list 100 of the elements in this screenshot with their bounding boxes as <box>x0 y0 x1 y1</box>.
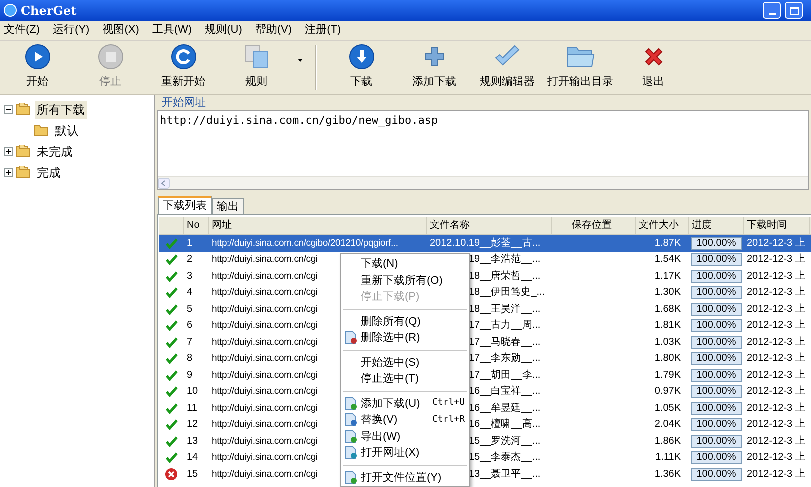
menu-item[interactable]: 下载(N) <box>341 256 469 272</box>
table-cell: 9 <box>187 370 193 381</box>
table-cell: 14 <box>187 452 198 464</box>
table-cell: http://duiyi.sina.com.cn/cgi <box>212 386 318 398</box>
menu-item[interactable]: 替换(V) Ctrl+R <box>341 412 469 428</box>
progress-bar: 100.00% <box>691 385 742 398</box>
progress-bar: 100.00% <box>691 352 742 366</box>
table-cell: http://duiyi.sina.com.cn/cgi <box>212 468 318 480</box>
toolbar-button[interactable]: 重新开始 <box>147 41 220 94</box>
column-header[interactable]: 文件名称 <box>427 217 552 234</box>
url-field[interactable]: http://duiyi.sina.com.cn/gibo/new_gibo.asp <box>157 110 809 190</box>
table-cell: http://duiyi.sina.com.cn/cgi <box>212 436 318 447</box>
menu-item[interactable]: 视图(X) <box>102 22 140 39</box>
table-cell: http://duiyi.sina.com.cn/cgi <box>212 336 318 348</box>
table-cell: 16__牟昱廷__... <box>469 402 541 414</box>
table-cell: 2012-12-3 上 <box>747 419 806 430</box>
menu-item[interactable]: 运行(Y) <box>53 22 90 39</box>
progress-bar: 100.00% <box>691 236 742 250</box>
table-cell: 2012-12-3 上 <box>747 336 806 348</box>
table-cell: 2012-12-3 上 <box>747 402 806 414</box>
tree-item[interactable]: 未完成 <box>35 142 75 160</box>
table-cell: http://duiyi.sina.com.cn/cgi <box>212 419 318 430</box>
table-cell: 10 <box>187 386 198 398</box>
toolbar-button[interactable]: 打开输出目录 <box>544 41 617 94</box>
column-header[interactable]: 文件大小 <box>636 217 689 234</box>
tree-item[interactable]: 完成 <box>35 164 63 182</box>
table-cell-text: 1.86K <box>654 434 681 449</box>
column-header[interactable]: 进度 <box>689 217 744 234</box>
progress-bar: 100.00% <box>691 368 742 382</box>
expand-toggle[interactable] <box>4 147 13 156</box>
export-icon <box>344 430 358 444</box>
minimize-button[interactable] <box>763 2 781 19</box>
table-cell: 2012.10.19__彭荃__古... <box>430 238 541 249</box>
menu-item[interactable]: 开始选中(S) <box>341 354 469 371</box>
toolbar-button[interactable]: 添加下载 <box>398 41 471 94</box>
menu-item[interactable]: 帮助(V) <box>255 22 292 39</box>
progress-bar: 100.00% <box>691 336 742 349</box>
caret-icon <box>298 59 302 62</box>
maximize-button[interactable] <box>785 2 803 19</box>
menu-item[interactable]: 注册(T) <box>305 22 342 39</box>
table-cell: 17__李东勋__... <box>469 353 541 364</box>
menu-item[interactable]: 删除选中(R) <box>341 330 469 346</box>
table-cell: 18__伊田笃史_... <box>469 287 546 298</box>
scroll-left-icon <box>158 178 170 188</box>
table-cell-text: 1.68K <box>654 302 681 317</box>
menu-item[interactable]: 文件(Z) <box>4 22 40 39</box>
column-header[interactable]: 下载时间 <box>744 217 810 234</box>
table-cell-text: 1.87K <box>654 236 681 251</box>
table-cell: 2012-12-3 上 <box>747 353 806 364</box>
menu-item[interactable]: 打开文件位置(Y) <box>341 470 469 486</box>
tab[interactable]: 输出 <box>212 198 244 214</box>
table-cell: http://duiyi.sina.com.cn/cgi <box>212 287 318 298</box>
tree-item[interactable]: 所有下载 <box>35 100 87 118</box>
menu-item[interactable]: 停止选中(T) <box>341 371 469 388</box>
collapse-toggle[interactable] <box>4 105 13 114</box>
table-cell: http://duiyi.sina.com.cn/cgi <box>212 353 318 364</box>
column-header[interactable]: No <box>184 217 209 234</box>
menu-item[interactable]: 工具(W) <box>152 22 192 39</box>
tab[interactable]: 下载列表 <box>158 196 212 214</box>
progress-bar: 100.00% <box>691 302 742 316</box>
table-cell-text: 1.80K <box>654 352 681 366</box>
table-cell: 13__聂卫平__... <box>469 468 541 480</box>
menu-item[interactable]: 添加下载(U) Ctrl+U <box>341 396 469 412</box>
table-cell: 17__古力__周... <box>469 320 541 332</box>
table-cell: 17__胡田__李... <box>469 370 541 381</box>
replace-icon <box>344 413 358 427</box>
toolbar-button[interactable]: 规则 <box>220 41 307 94</box>
stop-icon <box>98 44 124 70</box>
table-cell: 2012-12-3 上 <box>747 452 806 464</box>
menu-item[interactable]: 规则(U) <box>205 22 242 39</box>
table-cell: 2012-12-3 上 <box>747 386 806 398</box>
table-cell: 18__唐荣哲__... <box>469 270 541 282</box>
progress-bar: 100.00% <box>691 451 742 464</box>
horizontal-scrollbar[interactable] <box>158 176 808 189</box>
table-cell-text: 1.30K <box>654 286 681 300</box>
toolbar-button[interactable]: 下载 <box>325 41 398 94</box>
progress-bar: 100.00% <box>691 270 742 283</box>
table-cell-text: 1.81K <box>654 319 681 334</box>
table-cell: 6 <box>187 320 193 332</box>
expand-toggle[interactable] <box>4 168 13 177</box>
table-cell-text: 1.03K <box>654 336 681 350</box>
menu-item[interactable]: 删除所有(Q) <box>341 314 469 330</box>
tree-item[interactable]: 默认 <box>53 122 81 140</box>
menu-item[interactable]: 导出(W) <box>341 428 469 445</box>
toolbar-button[interactable]: 退出 <box>617 41 690 94</box>
menu-item[interactable]: 打开网址(X) <box>341 445 469 462</box>
folders-icon <box>16 166 32 179</box>
column-header[interactable]: 保存位置 <box>552 217 636 234</box>
table-cell: 2012-12-3 上 <box>747 287 806 298</box>
progress-bar: 100.00% <box>691 286 742 300</box>
table-cell: http://duiyi.sina.com.cn/cgi <box>212 254 318 266</box>
column-header[interactable]: 网址 <box>209 217 427 234</box>
toolbar-button[interactable]: 规则编辑器 <box>471 41 544 94</box>
table-cell: 15__李泰杰__... <box>469 452 541 464</box>
window-title: CherGet <box>21 2 77 20</box>
menu-item[interactable]: 重新下载所有(O) <box>341 272 469 289</box>
toolbar-button[interactable]: 开始 <box>1 41 74 94</box>
progress-bar: 100.00% <box>691 418 742 432</box>
play-icon <box>24 44 50 70</box>
table-cell: 2012-12-3 上 <box>747 468 806 480</box>
